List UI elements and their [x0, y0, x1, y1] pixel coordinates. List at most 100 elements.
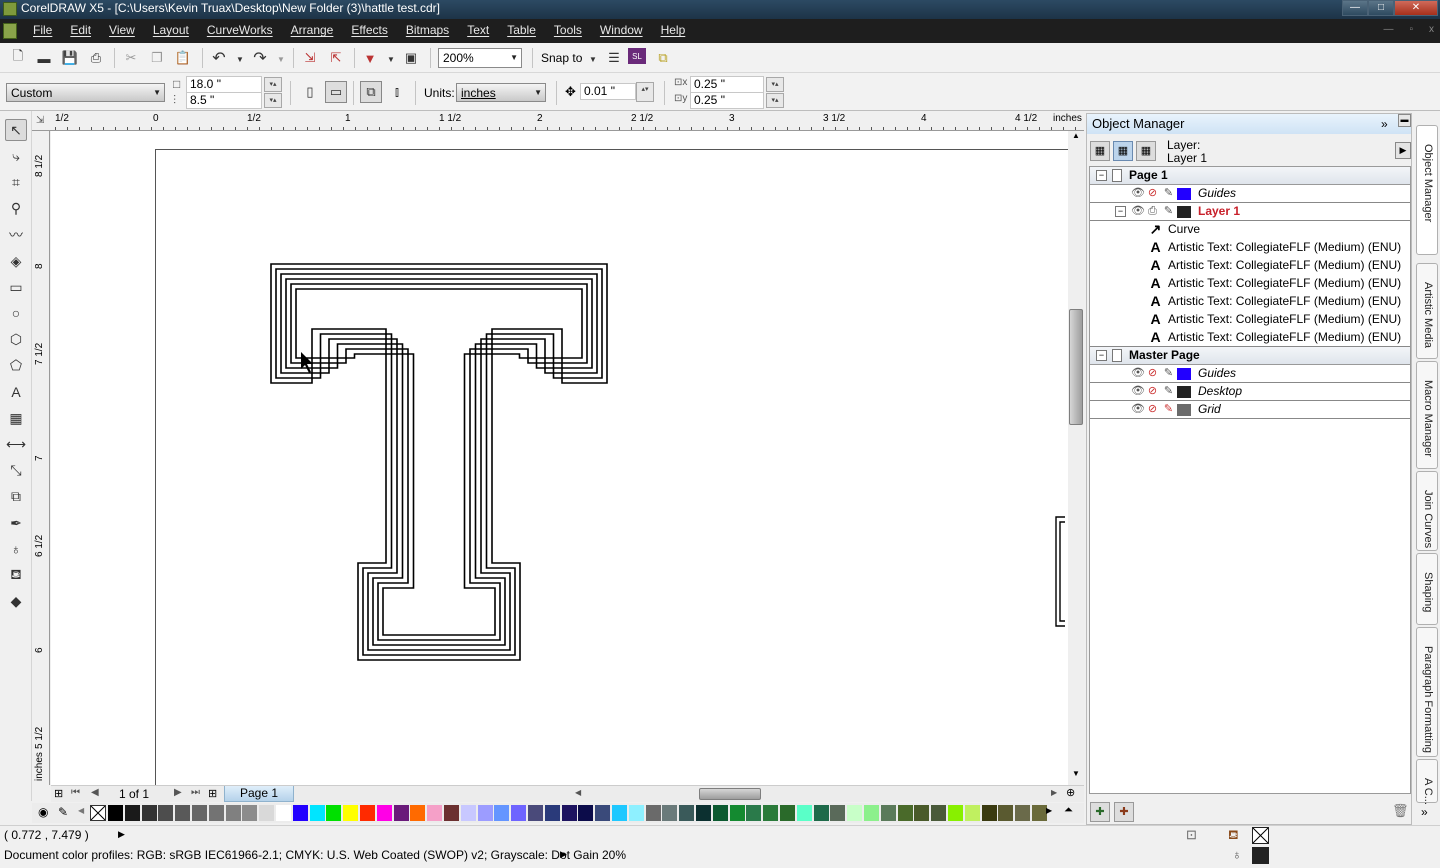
add-page-after-icon[interactable]: ⊞ [208, 787, 217, 800]
color-swatch[interactable] [763, 805, 779, 821]
pick-tool-icon[interactable]: ↖ [5, 119, 27, 141]
print-disabled-icon[interactable]: ⊘ [1146, 367, 1159, 380]
nudge-spinner[interactable]: ▴▾ [636, 82, 654, 102]
undo-dropdown-icon[interactable]: ▼ [230, 49, 250, 69]
outline-tool-icon[interactable]: ♁ [5, 538, 27, 560]
printer-icon[interactable]: ⎙ [1146, 205, 1159, 218]
collapse-icon[interactable]: − [1115, 206, 1126, 217]
lock-icon[interactable]: ✎ [1162, 403, 1175, 416]
corel-connect-icon[interactable]: SL [628, 48, 646, 64]
color-swatch[interactable] [948, 805, 963, 821]
color-swatch[interactable] [343, 805, 359, 821]
menu-file[interactable]: File [33, 23, 52, 37]
color-swatch[interactable] [561, 805, 577, 821]
tree-page[interactable]: − Page 1 [1090, 167, 1410, 185]
export-icon[interactable]: ⇱ [326, 48, 346, 68]
close-button[interactable]: ✕ [1394, 0, 1438, 16]
color-swatch[interactable] [175, 805, 191, 821]
color-swatch[interactable] [696, 805, 711, 821]
color-swatch[interactable] [998, 805, 1014, 821]
horizontal-scroll-thumb[interactable] [699, 788, 761, 800]
menu-view[interactable]: View [109, 23, 135, 37]
eye-icon[interactable]: 👁 [1131, 187, 1145, 200]
doc-close-button[interactable]: x [1429, 24, 1434, 35]
color-swatch[interactable] [544, 805, 560, 821]
edit-across-layers-icon[interactable]: ▦ [1113, 141, 1133, 161]
text-tool-icon[interactable]: A [5, 381, 27, 403]
tree-object[interactable]: A Artistic Text: CollegiateFLF (Medium) (… [1090, 329, 1410, 347]
application-launcher-icon[interactable]: ▼ [360, 48, 380, 68]
page-width-field[interactable]: 18.0 " [186, 76, 262, 93]
palette-options-icon[interactable]: ◉ [38, 805, 48, 819]
duplicate-x-field[interactable]: 0.25 " [690, 76, 764, 93]
paste-icon[interactable]: 📋 [173, 48, 193, 68]
color-swatch[interactable] [108, 805, 123, 821]
menu-layout[interactable]: Layout [153, 23, 189, 37]
tree-object[interactable]: A Artistic Text: CollegiateFLF (Medium) (… [1090, 311, 1410, 329]
menu-effects[interactable]: Effects [351, 23, 387, 37]
more-dockers-icon[interactable]: » [1421, 805, 1428, 819]
color-swatch[interactable] [796, 805, 812, 821]
layer-color-swatch[interactable] [1177, 368, 1191, 380]
color-swatch[interactable] [494, 805, 510, 821]
docker-tab-a-c[interactable]: A C... [1416, 759, 1438, 805]
color-swatch[interactable] [360, 805, 375, 821]
table-tool-icon[interactable]: ▦ [5, 407, 27, 429]
nudge-distance-field[interactable]: 0.01 " [580, 83, 636, 100]
page-tab-page-1[interactable]: Page 1 [224, 786, 294, 802]
delete-icon[interactable]: 🗑 [1392, 803, 1409, 819]
color-swatch[interactable] [208, 805, 224, 821]
new-layer-icon[interactable]: ✚ [1090, 802, 1110, 822]
launcher-dropdown-icon[interactable]: ▼ [381, 49, 401, 69]
vertical-ruler[interactable]: 8 1/2 8 7 1/2 7 6 1/2 6 5 1/2 inches [32, 131, 50, 785]
drawing-canvas[interactable] [51, 131, 1068, 785]
color-swatch[interactable] [864, 805, 879, 821]
vertical-scrollbar[interactable]: ▲ ▼ [1068, 131, 1084, 785]
snap-grid-icon[interactable]: ⊡ [1186, 827, 1197, 843]
doc-minimize-button[interactable]: — [1383, 24, 1393, 35]
redo-icon[interactable]: ↷ [250, 48, 270, 68]
current-page-icon[interactable]: ⫾ [387, 82, 407, 102]
navigator-zoom-icon[interactable]: ⊕ [1066, 786, 1075, 799]
color-swatch[interactable] [578, 805, 594, 821]
rectangle-tool-icon[interactable]: ▭ [5, 276, 27, 298]
duplicate-y-spinner[interactable]: ▾▴ [766, 93, 784, 108]
eye-icon[interactable]: 👁 [1131, 205, 1145, 218]
collapse-docker-icon[interactable]: » [1381, 114, 1388, 134]
portrait-icon[interactable]: ▯ [300, 82, 320, 102]
tree-object[interactable]: A Artistic Text: CollegiateFLF (Medium) (… [1090, 239, 1410, 257]
color-profiles-expand-icon[interactable]: ▶ [560, 849, 567, 860]
outline-color-swatch[interactable] [1252, 847, 1269, 864]
page-height-field[interactable]: 8.5 " [186, 92, 262, 109]
tree-layer[interactable]: − 👁 ⎙ ✎ Layer 1 [1090, 203, 1410, 221]
palette-expand-icon[interactable]: ⏶ [1064, 804, 1073, 817]
menu-curveworks[interactable]: CurveWorks [207, 23, 273, 37]
color-swatch[interactable] [931, 805, 947, 821]
color-swatch[interactable] [964, 805, 980, 821]
palette-scroll-right-icon[interactable]: ▶ [1046, 806, 1052, 815]
color-swatch[interactable] [780, 805, 795, 821]
prev-page-icon[interactable]: ◀ [91, 787, 99, 798]
tree-object[interactable]: A Artistic Text: CollegiateFLF (Medium) (… [1090, 257, 1410, 275]
layer-color-swatch[interactable] [1177, 386, 1191, 398]
eye-icon[interactable]: 👁 [1131, 385, 1145, 398]
menu-window[interactable]: Window [600, 23, 643, 37]
connector-tool-icon[interactable]: ⤡ [5, 460, 27, 482]
import-icon[interactable]: ⇲ [300, 48, 320, 68]
tree-page[interactable]: − Master Page [1090, 347, 1410, 365]
menu-bitmaps[interactable]: Bitmaps [406, 23, 449, 37]
color-swatch[interactable] [813, 805, 829, 821]
layer-color-swatch[interactable] [1177, 404, 1191, 416]
color-swatch[interactable] [712, 805, 728, 821]
tree-layer[interactable]: 👁 ⊘ ✎ Guides [1090, 365, 1410, 383]
pencil-icon[interactable]: ✎ [1162, 187, 1175, 200]
tree-object[interactable]: ↗ Curve [1090, 221, 1410, 239]
color-swatch[interactable] [511, 805, 527, 821]
ruler-origin-icon[interactable]: ⇲ [36, 115, 44, 126]
new-icon[interactable]: 🗋 [8, 48, 28, 68]
color-swatch[interactable] [292, 805, 308, 821]
snap-to-dropdown-icon[interactable]: ▼ [583, 49, 603, 69]
blend-tool-icon[interactable]: ⧉ [5, 486, 27, 508]
scroll-up-icon[interactable]: ▲ [1072, 131, 1080, 140]
color-swatch[interactable] [158, 805, 174, 821]
